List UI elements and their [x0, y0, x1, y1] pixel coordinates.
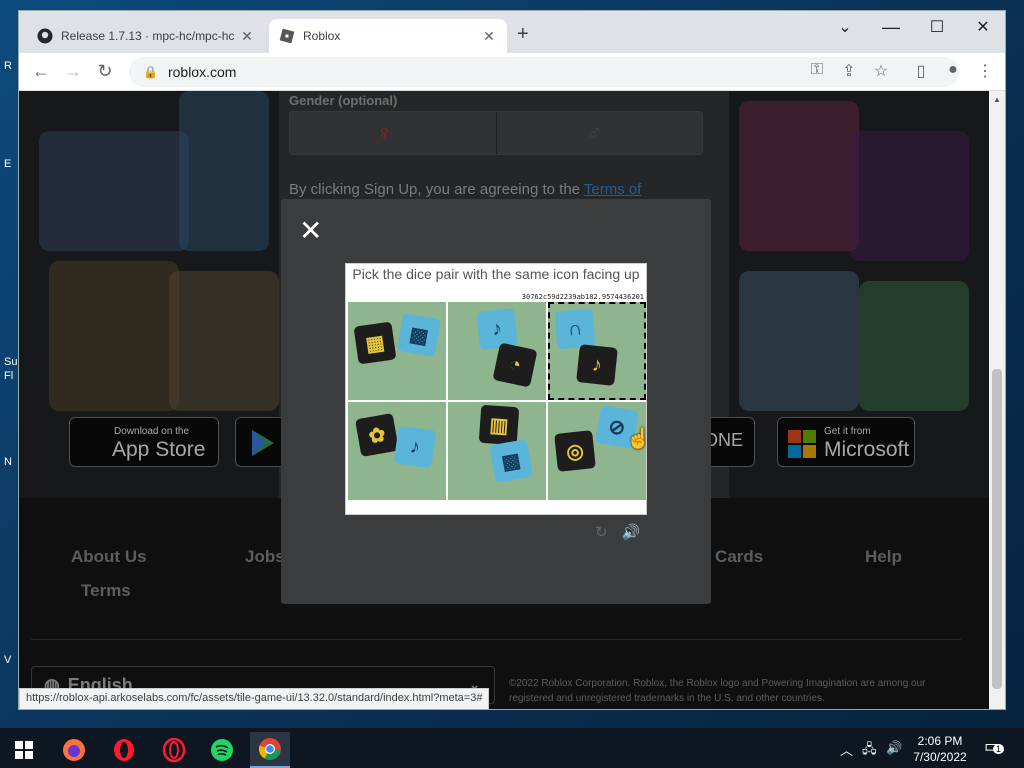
dice-icon: ▩ [488, 438, 534, 484]
browser-window: Release 1.7.13 · mpc-hc/mpc-hc ✕ Roblox … [18, 10, 1006, 710]
dice-icon: ▥ [478, 404, 520, 446]
menu-kebab-icon[interactable]: ⋮ [973, 61, 997, 81]
github-icon [37, 28, 53, 44]
page-scrollbar[interactable]: ▲ [989, 91, 1005, 709]
side-panel-icon[interactable]: ▯ [909, 61, 933, 81]
tab-github-release[interactable]: Release 1.7.13 · mpc-hc/mpc-hc ✕ [27, 19, 265, 53]
dice-icon: ▦ [353, 321, 397, 365]
desktop-icon-label[interactable]: V [4, 654, 11, 666]
captcha-frame: Pick the dice pair with the same icon fa… [345, 263, 651, 515]
back-button[interactable]: ← [29, 61, 53, 82]
captcha-tile-6[interactable]: ◎ ⊘ [548, 402, 646, 500]
captcha-session-code: 30762c59d2239ab182.9574436201 [521, 293, 644, 301]
opera-icon[interactable] [104, 732, 144, 768]
dice-icon: ◔ [492, 342, 538, 388]
dice-icon: ∩ [554, 308, 596, 350]
spotify-icon[interactable] [202, 732, 242, 768]
share-icon[interactable]: ⇪ [837, 61, 861, 81]
address-bar[interactable]: 🔒 roblox.com [129, 57, 959, 87]
dice-icon: ♪ [576, 344, 618, 386]
scroll-thumb[interactable] [992, 369, 1002, 689]
chrome-icon[interactable] [250, 732, 290, 768]
dice-icon: ♪ [393, 425, 437, 469]
dice-icon: ◎ [554, 430, 596, 472]
tab-label: Roblox [303, 29, 341, 43]
tab-label: Release 1.7.13 · mpc-hc/mpc-hc [61, 29, 235, 43]
clock-date: 7/30/2022 [913, 750, 967, 764]
refresh-icon[interactable]: ↻ [595, 524, 608, 541]
clock-time: 2:06 PM [917, 734, 963, 748]
desktop-icon-label[interactable]: N [4, 456, 12, 468]
close-tab-icon[interactable]: ✕ [239, 28, 255, 45]
desktop-icon-label[interactable]: Fl [4, 370, 13, 382]
maximize-button[interactable]: ☐ [915, 17, 959, 37]
captcha-tile-grid: ▦ ▩ ♪ ◔ ∩ ♪ ✿ ♪ ▥ ▩ ◎ ⊘ [348, 302, 646, 500]
close-window-button[interactable]: ✕ [961, 17, 1005, 37]
windows-logo-icon [15, 741, 33, 759]
tab-roblox[interactable]: Roblox ✕ [269, 19, 507, 53]
captcha-tile-5[interactable]: ▥ ▩ [448, 402, 546, 500]
audio-icon[interactable]: 🔊 [622, 524, 641, 541]
firefox-icon[interactable] [54, 732, 94, 768]
hand-cursor-icon: ☝ [626, 428, 651, 450]
captcha-tile-1[interactable]: ▦ ▩ [348, 302, 446, 400]
link-status-bar: https://roblox-api.arkoselabs.com/fc/ass… [19, 688, 490, 709]
opera-gx-logo [162, 738, 186, 762]
captcha-tile-4[interactable]: ✿ ♪ [348, 402, 446, 500]
close-icon[interactable]: ✕ [299, 217, 322, 245]
notification-center-icon[interactable]: ▭1 [984, 736, 1005, 757]
captcha-tile-2[interactable]: ♪ ◔ [448, 302, 546, 400]
profile-avatar-icon[interactable]: ● [941, 61, 965, 79]
volume-icon[interactable]: 🔊 [886, 740, 902, 756]
captcha-modal: ✕ Pick the dice pair with the same icon … [281, 199, 711, 604]
spotify-logo [211, 739, 233, 761]
desktop-icon-label[interactable]: Su [4, 356, 17, 368]
minimize-button[interactable]: — [869, 17, 913, 38]
browser-toolbar: ← → ↻ 🔒 roblox.com ⚿ ⇪ ☆ ▯ ● ⋮ [19, 53, 1005, 91]
desktop-icon-label[interactable]: E [4, 158, 11, 170]
firefox-logo [63, 739, 85, 761]
network-icon[interactable]: 🖧 [862, 740, 877, 762]
dice-icon: ♪ [476, 308, 518, 350]
dice-icon: ✿ [354, 412, 400, 458]
roblox-icon [279, 28, 295, 44]
lock-icon[interactable]: 🔒 [143, 65, 158, 79]
bookmark-star-icon[interactable]: ☆ [869, 61, 893, 81]
new-tab-button[interactable]: + [517, 23, 529, 46]
url-text: roblox.com [167, 64, 237, 80]
opera-logo [114, 739, 134, 761]
scroll-up-arrow-icon[interactable]: ▲ [993, 95, 1001, 104]
tab-search-icon[interactable]: ⌄ [823, 17, 867, 37]
opera-gx-icon[interactable] [154, 732, 194, 768]
start-button[interactable] [4, 732, 44, 768]
tab-bar: Release 1.7.13 · mpc-hc/mpc-hc ✕ Roblox … [19, 11, 1005, 53]
windows-taskbar: ︿ 🖧 🔊 2:06 PM 7/30/2022 ▭1 [0, 728, 1024, 768]
show-hidden-icons-chevron-icon[interactable]: ︿ [840, 740, 853, 759]
reload-button[interactable]: ↻ [93, 61, 117, 82]
dice-icon: ▩ [396, 312, 442, 358]
captcha-tools: ↻ 🔊 [595, 523, 640, 541]
roblox-page: Gender (optional) ♀ ♂ By clicking Sign U… [19, 91, 989, 709]
captcha-tile-3[interactable]: ∩ ♪ [548, 302, 646, 400]
captcha-instruction: Pick the dice pair with the same icon fa… [352, 266, 640, 282]
desktop-icon-label[interactable]: R [4, 60, 12, 72]
chrome-logo [258, 738, 281, 760]
notification-count-badge: 1 [993, 744, 1005, 754]
forward-button[interactable]: → [61, 61, 85, 82]
key-icon[interactable]: ⚿ [805, 61, 829, 79]
system-clock[interactable]: 2:06 PM 7/30/2022 [908, 733, 972, 765]
close-tab-icon[interactable]: ✕ [481, 28, 497, 45]
